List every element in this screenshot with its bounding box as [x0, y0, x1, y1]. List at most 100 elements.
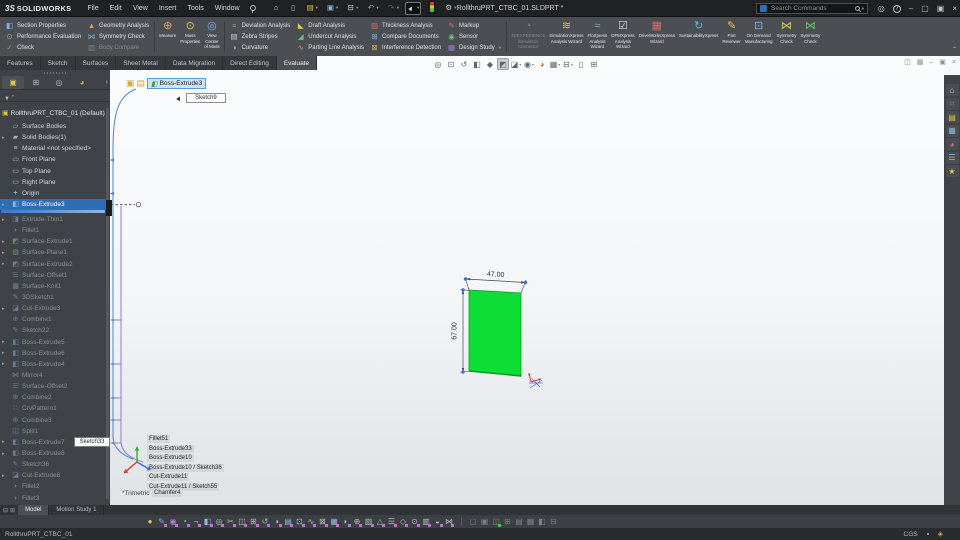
- pin-icon[interactable]: [249, 4, 256, 13]
- search-box[interactable]: ▾: [756, 3, 868, 14]
- expand-arrow-icon[interactable]: [2, 135, 7, 141]
- tree-item[interactable]: Surface-Extrude2: [0, 259, 107, 270]
- heads-up-button[interactable]: [575, 58, 587, 70]
- breadcrumb-parent-icon[interactable]: [137, 79, 146, 88]
- ribbon-big-button[interactable]: SimulationXpress Analysis Wizard: [547, 19, 585, 45]
- ribbon-button[interactable]: Interference Detection: [370, 42, 441, 53]
- tree-item[interactable]: Surface Bodies: [0, 121, 107, 132]
- quick-access-button[interactable]: [304, 2, 320, 15]
- tree-item[interactable]: Mirror4: [0, 370, 107, 381]
- ribbon-button[interactable]: Parting Line Analysis: [296, 42, 364, 53]
- tree-item[interactable]: Material <not specified>: [0, 143, 107, 154]
- tree-item[interactable]: Fillet2: [0, 481, 107, 492]
- ribbon-big-button[interactable]: FloXpress Analysis Wizard: [585, 19, 609, 51]
- macro-tool-disabled-icon[interactable]: ◧: [537, 516, 547, 527]
- heads-up-button[interactable]: [562, 58, 574, 70]
- macro-tool-icon[interactable]: ∿: [306, 516, 316, 527]
- model-tab[interactable]: Motion Study 1: [49, 505, 105, 515]
- menu-item[interactable]: Window: [215, 5, 240, 12]
- tree-item[interactable]: Top Plane: [0, 166, 107, 177]
- heads-up-button[interactable]: [471, 58, 483, 70]
- macro-tool-icon[interactable]: ▥: [421, 516, 431, 527]
- macro-tool-icon[interactable]: ✎: [157, 516, 167, 527]
- ribbon-big-button[interactable]: Symmetry Check: [775, 19, 799, 45]
- macro-tool-disabled-icon[interactable]: ▤: [514, 516, 524, 527]
- macro-tool-icon[interactable]: ↺: [260, 516, 270, 527]
- heads-up-button[interactable]: [549, 58, 561, 70]
- heads-up-button[interactable]: [497, 58, 509, 70]
- expand-arrow-icon[interactable]: [2, 350, 7, 356]
- macro-tool-icon[interactable]: ◗: [341, 516, 351, 527]
- ribbon-button[interactable]: Sensor: [447, 31, 501, 42]
- window-control-button[interactable]: [878, 4, 885, 13]
- tree-item[interactable]: Fillet3: [0, 493, 107, 504]
- tree-item[interactable]: Combine3: [0, 415, 107, 426]
- search-caret-icon[interactable]: ▾: [862, 6, 864, 12]
- ribbon-button[interactable]: Undercut Analysis: [296, 31, 364, 42]
- feature-annotation-label[interactable]: Fillet51: [147, 435, 171, 443]
- quick-access-button[interactable]: [344, 2, 360, 15]
- panel-splitter-handle[interactable]: [106, 200, 112, 216]
- document-window-button[interactable]: [917, 58, 924, 66]
- ribbon-button[interactable]: Zebra Stripes: [230, 31, 291, 42]
- macro-tool-icon[interactable]: ⊞: [249, 516, 259, 527]
- command-tab[interactable]: Surfaces: [75, 56, 117, 70]
- tree-item[interactable]: Origin: [0, 188, 107, 199]
- macro-tool-icon[interactable]: ●: [145, 516, 155, 527]
- ribbon-big-button[interactable]: SustainabilityXpress: [677, 19, 720, 40]
- search-input[interactable]: [769, 4, 853, 13]
- ribbon-button[interactable]: Check: [5, 42, 81, 53]
- tree-item[interactable]: Sketch36: [0, 459, 107, 470]
- macro-tool-icon[interactable]: ▦: [329, 516, 339, 527]
- tree-callout[interactable]: Sketch33: [74, 437, 110, 447]
- task-pane-button[interactable]: [945, 151, 959, 164]
- macro-tool-icon[interactable]: ✂: [226, 516, 236, 527]
- model-tab[interactable]: Model: [18, 505, 50, 515]
- document-window-button[interactable]: [929, 58, 933, 66]
- macro-tool-icon[interactable]: ¬: [191, 516, 201, 527]
- expand-arrow-icon[interactable]: [2, 217, 7, 223]
- ribbon-big-button[interactable]: DFMXpress Analysis Wizard: [609, 19, 636, 51]
- macro-tool-disabled-icon[interactable]: ▦: [526, 516, 536, 527]
- ribbon-big-button[interactable]: Measure: [157, 19, 178, 40]
- ribbon-button[interactable]: Deviation Analysis: [230, 20, 291, 31]
- command-tab[interactable]: Evaluate: [276, 56, 318, 70]
- feature-annotation-label[interactable]: Chamfer4: [152, 489, 183, 497]
- task-pane-button[interactable]: [945, 138, 959, 150]
- heads-up-button[interactable]: [588, 58, 600, 70]
- ribbon-button[interactable]: Body Compare: [87, 42, 149, 53]
- tree-item[interactable]: Sketch22: [0, 325, 107, 336]
- tree-item[interactable]: Combine2: [0, 392, 107, 403]
- macro-tool-disabled-icon[interactable]: ⊟: [549, 516, 559, 527]
- tree-item[interactable]: Front Plane: [0, 154, 107, 165]
- window-control-button[interactable]: [937, 4, 945, 13]
- breadcrumb-selected-feature[interactable]: Boss-Extrude3: [147, 78, 207, 89]
- command-tab[interactable]: Data Migration: [165, 56, 224, 70]
- status-resources-icon[interactable]: [938, 530, 943, 538]
- ribbon-button[interactable]: Design Study: [447, 42, 501, 53]
- tree-item[interactable]: Split1: [0, 426, 107, 437]
- breadcrumb-part-icon[interactable]: [126, 79, 135, 88]
- macro-tool-icon[interactable]: ⊙: [410, 516, 420, 527]
- macro-tool-icon[interactable]: ◑: [272, 516, 282, 527]
- macro-tool-disabled-icon[interactable]: ◫: [491, 516, 501, 527]
- macro-tool-icon[interactable]: ▤: [283, 516, 293, 527]
- heads-up-button[interactable]: [458, 58, 470, 70]
- ribbon-big-button[interactable]: Symmetry Check: [798, 19, 822, 45]
- tree-item[interactable]: Surface-Knit1: [0, 281, 107, 292]
- heads-up-button[interactable]: [445, 58, 457, 70]
- panel-tab[interactable]: [48, 76, 70, 89]
- ribbon-button[interactable]: Thickness Analysis: [370, 20, 441, 31]
- feature-annotation-label[interactable]: Boss-Extrude10 / Sketch36: [147, 463, 224, 472]
- expand-arrow-icon[interactable]: [2, 451, 7, 457]
- command-tab[interactable]: Features: [0, 56, 41, 70]
- ribbon-button[interactable]: Symmetry Check: [87, 31, 149, 42]
- tree-item[interactable]: Boss-Extrude6: [0, 348, 107, 359]
- feature-annotation-label[interactable]: Boss-Extrude10: [147, 454, 194, 462]
- ribbon-button[interactable]: Markup: [447, 20, 501, 31]
- panel-tabs-expand-icon[interactable]: ›: [106, 79, 108, 86]
- tree-item[interactable]: CrvPattern1: [0, 403, 107, 414]
- ribbon-big-button[interactable]: On Demand Manufacturing: [743, 19, 775, 45]
- ribbon-button[interactable]: Compare Documents: [370, 31, 441, 42]
- menu-item[interactable]: File: [87, 5, 98, 12]
